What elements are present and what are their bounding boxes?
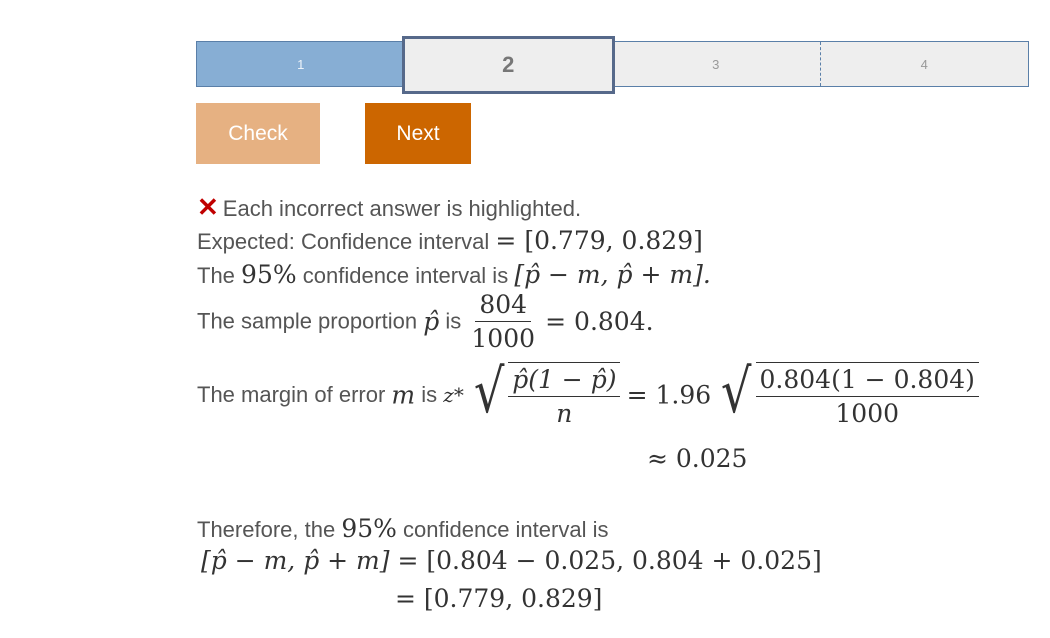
denominator: n bbox=[556, 399, 573, 428]
segment-label: 3 bbox=[712, 56, 720, 72]
numerator: 0.804(1 − 0.804) bbox=[755, 365, 979, 397]
math-eq: = 1.96 bbox=[626, 380, 712, 410]
explanation-line-1: The 95% confidence interval is [p̂ − m, … bbox=[197, 260, 711, 289]
denominator: 1000 bbox=[835, 399, 900, 428]
expected-value: = [0.779, 0.829] bbox=[495, 226, 703, 255]
sqrt-2: √ 0.804(1 − 0.804) 1000 bbox=[717, 362, 979, 428]
explanation-line-4: Therefore, the 95% confidence interval i… bbox=[197, 514, 608, 543]
math-percent: 95% bbox=[241, 260, 297, 289]
math-interval: [p̂ − m, p̂ + m]. bbox=[514, 260, 711, 289]
explanation-line-3: The margin of error m is z* √ p̂(1 − p̂)… bbox=[197, 362, 979, 428]
progress-segment-3[interactable]: 3 bbox=[612, 42, 820, 86]
segment-label: 1 bbox=[297, 56, 305, 72]
expected-label: Expected: Confidence interval bbox=[197, 229, 490, 254]
progress-segment-1[interactable]: 1 bbox=[197, 42, 405, 86]
check-button[interactable]: Check bbox=[196, 103, 320, 164]
math-z: z* bbox=[443, 383, 464, 407]
text: The bbox=[197, 263, 235, 288]
x-mark-icon: ✕ bbox=[197, 192, 219, 222]
text: is bbox=[421, 382, 438, 407]
segment-label: 4 bbox=[920, 56, 928, 72]
numerator: 804 bbox=[475, 290, 532, 322]
expected-line: Expected: Confidence interval = [0.779, … bbox=[197, 226, 703, 255]
math-rhs: = [0.804 − 0.025, 0.804 + 0.025] bbox=[397, 546, 822, 575]
radical-icon: √ bbox=[473, 357, 505, 427]
text: Therefore, the bbox=[197, 517, 336, 542]
text: confidence interval is bbox=[302, 263, 509, 288]
math-result: = 0.804. bbox=[545, 307, 654, 336]
explanation-line-5: [p̂ − m, p̂ + m] = [0.804 − 0.025, 0.804… bbox=[201, 546, 822, 575]
fraction: 0.804(1 − 0.804) 1000 bbox=[755, 362, 979, 428]
segment-label: 2 bbox=[502, 52, 515, 77]
math-approx: ≈ 0.025 bbox=[647, 444, 748, 473]
progress-segment-4[interactable]: 4 bbox=[819, 42, 1029, 86]
numerator: p̂(1 − p̂) bbox=[508, 365, 621, 397]
denominator: 1000 bbox=[471, 324, 536, 353]
fraction: p̂(1 − p̂) n bbox=[508, 362, 621, 428]
text: confidence interval is bbox=[403, 517, 609, 542]
radical-icon: √ bbox=[721, 357, 752, 427]
explanation-line-6: = [0.779, 0.829] bbox=[395, 584, 603, 613]
text: is bbox=[445, 308, 462, 334]
sqrt-1: √ p̂(1 − p̂) n bbox=[470, 362, 621, 428]
math-percent: 95% bbox=[341, 514, 397, 543]
next-button[interactable]: Next bbox=[365, 103, 471, 164]
text: The sample proportion bbox=[197, 308, 418, 334]
text: The margin of error bbox=[197, 382, 386, 407]
fraction: 804 1000 bbox=[467, 290, 539, 353]
math-lhs: [p̂ − m, p̂ + m] bbox=[201, 546, 390, 575]
math-var: m bbox=[391, 380, 416, 410]
progress-segment-2[interactable]: 2 bbox=[401, 36, 615, 94]
status-text: Each incorrect answer is highlighted. bbox=[222, 196, 582, 221]
status-line: ✕ Each incorrect answer is highlighted. bbox=[197, 192, 581, 223]
math-var: p̂ bbox=[423, 307, 440, 336]
explanation-line-2: The sample proportion p̂ is 804 1000 = 0… bbox=[197, 290, 654, 353]
progress-bar: 1 2 3 4 bbox=[196, 36, 1029, 94]
